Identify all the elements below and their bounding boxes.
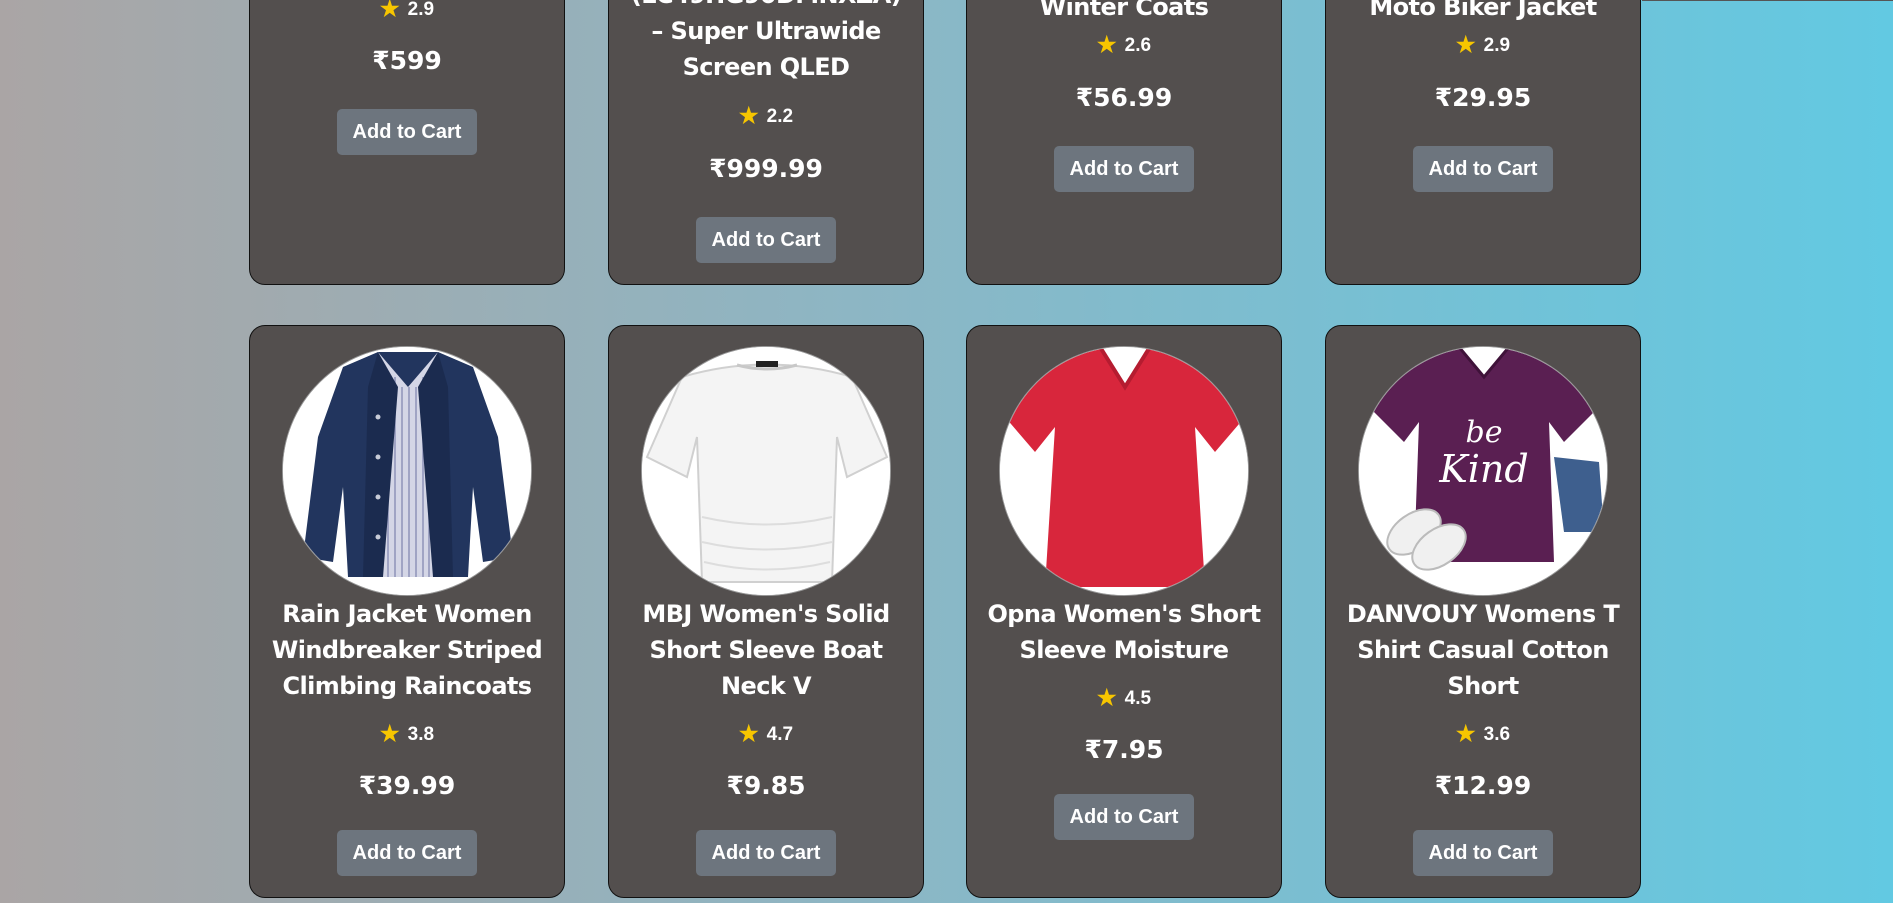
product-card: Opna Women's Short Sleeve Moisture ★ 4.5 … (966, 325, 1282, 898)
product-rating: ★ 2.9 (1455, 32, 1511, 57)
product-image-navy-rain-jacket[interactable] (282, 346, 532, 596)
title-line: Opna Women's Short (987, 600, 1261, 628)
product-image-white-tshirt[interactable] (641, 346, 891, 596)
product-card: Winter Coats ★ 2.6 ₹56.99 Add to Cart (966, 0, 1282, 285)
star-icon: ★ (379, 0, 400, 21)
product-image-red-tshirt[interactable] (999, 346, 1249, 596)
product-price: ₹9.85 (726, 771, 806, 800)
product-title: (LC49HG90DMNXZA) – Super Ultrawide Scree… (617, 0, 915, 85)
product-price: ₹999.99 (709, 154, 823, 183)
title-line: Short Sleeve Boat (649, 636, 883, 664)
add-to-cart-button[interactable]: Add to Cart (1054, 794, 1194, 840)
product-price: ₹12.99 (1434, 771, 1532, 800)
add-to-cart-button[interactable]: Add to Cart (337, 109, 477, 155)
product-card: Moto Biker Jacket ★ 2.9 ₹29.95 Add to Car… (1325, 0, 1641, 285)
product-price: ₹7.95 (1084, 735, 1164, 764)
product-title: Winter Coats (1039, 0, 1209, 21)
product-title: Moto Biker Jacket (1369, 0, 1597, 21)
product-title: DANVOUY Womens T Shirt Casual Cotton Sho… (1334, 596, 1632, 704)
product-card: (LC49HG90DMNXZA) – Super Ultrawide Scree… (608, 0, 924, 285)
title-line: Rain Jacket Women (282, 600, 532, 628)
shirt-print-be: be (1466, 415, 1503, 450)
shirt-print-kind: Kind (1438, 447, 1528, 491)
product-title: MBJ Women's Solid Short Sleeve Boat Neck… (617, 596, 915, 704)
product-rating: ★ 2.6 (1096, 32, 1152, 57)
product-title: Rain Jacket Women Windbreaker Striped Cl… (258, 596, 556, 704)
product-image-purple-tshirt[interactable]: be Kind (1358, 346, 1608, 596)
add-to-cart-button[interactable]: Add to Cart (337, 830, 477, 876)
title-line: Screen QLED (682, 53, 850, 81)
star-icon: ★ (738, 721, 759, 746)
title-line: MBJ Women's Solid (642, 600, 890, 628)
product-rating: ★ 2.9 (250, 0, 564, 22)
star-icon: ★ (738, 103, 759, 128)
add-to-cart-button[interactable]: Add to Cart (1413, 830, 1553, 876)
product-card: be Kind DANVOUY Womens T Shirt Casual Co… (1325, 325, 1641, 898)
jacket-illustration (283, 347, 531, 595)
title-line: Short (1447, 672, 1519, 700)
title-line: – Super Ultrawide (651, 17, 881, 45)
product-rating: ★ 3.8 (379, 721, 435, 746)
product-price: ₹56.99 (1075, 83, 1173, 112)
add-to-cart-button[interactable]: Add to Cart (696, 217, 836, 263)
product-title: Opna Women's Short Sleeve Moisture (975, 596, 1273, 668)
title-line: DANVOUY Womens T (1346, 600, 1620, 628)
title-line: (LC49HG90DMNXZA) (617, 0, 915, 13)
title-line: Sleeve Moisture (1019, 636, 1230, 664)
add-to-cart-button[interactable]: Add to Cart (1413, 146, 1553, 192)
product-card: MBJ Women's Solid Short Sleeve Boat Neck… (608, 325, 924, 898)
product-card: ★ 2.9 ₹599 Add to Cart (249, 0, 565, 285)
product-rating: ★ 4.7 (738, 721, 794, 746)
product-rating: ★ 3.6 (1455, 721, 1511, 746)
star-icon: ★ (1096, 685, 1117, 710)
title-line: Neck V (721, 672, 811, 700)
star-icon: ★ (1455, 721, 1476, 746)
add-to-cart-button[interactable]: Add to Cart (696, 830, 836, 876)
product-price: ₹599 (372, 46, 442, 75)
white-tshirt-illustration (642, 347, 890, 595)
product-card: Rain Jacket Women Windbreaker Striped Cl… (249, 325, 565, 898)
product-price: ₹39.99 (358, 771, 456, 800)
product-rating: ★ 4.5 (1096, 685, 1152, 710)
product-rating: ★ 2.2 (738, 103, 794, 128)
title-line: Windbreaker Striped (271, 636, 543, 664)
purple-tshirt-illustration: be Kind (1359, 347, 1607, 595)
red-tshirt-illustration (1000, 347, 1248, 595)
title-line: Climbing Raincoats (282, 672, 533, 700)
add-to-cart-button[interactable]: Add to Cart (1054, 146, 1194, 192)
star-icon: ★ (379, 721, 400, 746)
title-line: Shirt Casual Cotton (1357, 636, 1609, 664)
star-icon: ★ (1455, 32, 1476, 57)
top-edge-line (1642, 0, 1893, 1)
product-price: ₹29.95 (1434, 83, 1532, 112)
star-icon: ★ (1096, 32, 1117, 57)
